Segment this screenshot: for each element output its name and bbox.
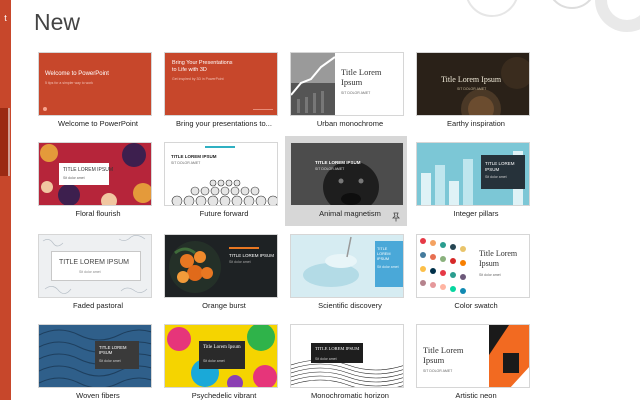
template-thumbnail: TITLE LOREM IPSUM SIT DOLOR AMET: [290, 142, 404, 206]
template-thumbnail: Title Lorem Ipsum Sit dolor amet: [164, 324, 278, 388]
coffee-photo: [461, 57, 529, 115]
template-thumbnail: TITLE LOREM IPSUM SIT DOLOR AMET: [164, 142, 278, 206]
template-label: Bring your presentations to...: [176, 119, 272, 128]
building-photo: [291, 53, 335, 115]
template-thumbnail: Welcome to PowerPoint 5 tips for a simpl…: [38, 52, 152, 116]
thumb-title: TITLE LOREM IPSUM: [229, 253, 275, 258]
template-thumbnail: Title Lorem Ipsum SIT DOLOR AMET: [416, 324, 530, 388]
thumb-title: TITLE LOREM IPSUM: [63, 167, 114, 173]
thumb-title: Title Lorem Ipsum: [203, 345, 241, 350]
accent-bar: [229, 247, 259, 249]
decor-line: [253, 109, 273, 110]
thumb-title: TITLE LOREM IPSUM: [377, 247, 391, 261]
template-label: Scientific discovery: [318, 301, 382, 310]
template-thumbnail: Title Lorem Ipsum SIT DOLOR AMET: [290, 52, 404, 116]
thumb-subtitle: Sit dolor amet: [485, 175, 507, 179]
hex-pattern: [171, 179, 277, 205]
template-thumbnail: Title Lorem Ipsum SIT DOLOR AMET: [416, 52, 530, 116]
sidebar-item-new[interactable]: [0, 108, 10, 176]
thumb-subtitle: SIT DOLOR AMET: [457, 87, 487, 91]
template-grid: Welcome to PowerPoint 5 tips for a simpl…: [33, 46, 640, 400]
template-thumbnail: TITLE LOREM IPSUM Sit dolor amet: [38, 234, 152, 298]
pin-icon[interactable]: [391, 212, 401, 222]
thumb-title: TITLE LOREM IPSUM: [171, 154, 217, 159]
thumb-subtitle: Sit dolor amet: [377, 265, 399, 269]
template-thumbnail: TITLE LOREM IPSUM Sit dolor amet: [38, 324, 152, 388]
thumb-title: Welcome to PowerPoint: [45, 71, 109, 77]
template-tile-neon[interactable]: Title Lorem Ipsum SIT DOLOR AMET Artisti…: [411, 318, 531, 404]
template-tile-future[interactable]: TITLE LOREM IPSUM SIT DOLOR AMET Future …: [159, 136, 279, 222]
thumb-title: TITLE LOREM IPSUM: [315, 346, 360, 351]
thumb-subtitle: Sit dolor amet: [229, 260, 251, 264]
template-thumbnail: TITLE LOREM IPSUM Sit dolor amet: [416, 142, 530, 206]
template-thumbnail: Bring Your Presentations to Life with 3D…: [164, 52, 278, 116]
thumb-title: Title Lorem Ipsum: [423, 345, 464, 365]
template-thumbnail: TITLE LOREM IPSUM Sit dolor amet: [290, 234, 404, 298]
template-label: Monochromatic horizon: [311, 391, 389, 400]
thumb-subtitle: SIT DOLOR AMET: [315, 167, 345, 171]
orange-photo: [169, 241, 221, 293]
dog-photo: [323, 161, 379, 205]
template-label: Faded pastoral: [72, 301, 124, 310]
thumb-subtitle: Sit dolor amet: [479, 273, 501, 277]
template-tile-mono-horizon[interactable]: TITLE LOREM IPSUM Sit dolor amet Monochr…: [285, 318, 405, 404]
thumb-subtitle: Sit dolor amet: [203, 359, 225, 363]
template-thumbnail: Title Lorem Ipsum Sit dolor amet: [416, 234, 530, 298]
thumb-title: TITLE LOREM IPSUM: [99, 345, 127, 355]
thumb-subtitle: Sit dolor amet: [79, 270, 101, 274]
template-thumbnail: TITLE LOREM IPSUM Sit dolor amet: [164, 234, 278, 298]
sidebar-back-glyph[interactable]: t: [0, 14, 11, 23]
template-tile-scientific[interactable]: TITLE LOREM IPSUM Sit dolor amet Scienti…: [285, 228, 405, 314]
title-box: [51, 251, 141, 281]
template-label: Urban monochrome: [316, 119, 384, 128]
template-tile-psychedelic[interactable]: Title Lorem Ipsum Sit dolor amet Psyched…: [159, 318, 279, 404]
thumb-subtitle: 5 tips for a simpler way to work: [45, 81, 94, 85]
accent-bar: [205, 146, 235, 148]
template-tile-floral[interactable]: TITLE LOREM IPSUM Sit dolor amet Floral …: [33, 136, 153, 222]
template-tile-animal[interactable]: TITLE LOREM IPSUM SIT DOLOR AMET Animal …: [285, 136, 407, 226]
thumb-subtitle: SIT DOLOR AMET: [341, 91, 371, 95]
template-tile-swatch[interactable]: Title Lorem Ipsum Sit dolor amet Color s…: [411, 228, 531, 314]
template-tile-3d[interactable]: Bring Your Presentations to Life with 3D…: [159, 46, 279, 132]
template-tile-orange[interactable]: TITLE LOREM IPSUM Sit dolor amet Orange …: [159, 228, 279, 314]
thumb-title: TITLE LOREM IPSUM: [485, 161, 515, 172]
thumb-title: Bring Your Presentations to Life with 3D: [172, 60, 233, 73]
template-tile-urban[interactable]: Title Lorem Ipsum SIT DOLOR AMET Urban m…: [285, 46, 405, 132]
thumb-subtitle: Get inspired by 3D in PowerPoint: [172, 77, 224, 81]
thumb-title: Title Lorem Ipsum: [441, 75, 502, 84]
template-tile-earthy[interactable]: Title Lorem Ipsum SIT DOLOR AMET Earthy …: [411, 46, 531, 132]
template-thumbnail: TITLE LOREM IPSUM Sit dolor amet: [290, 324, 404, 388]
page-title: New: [34, 9, 81, 35]
thumb-title: TITLE LOREM IPSUM: [315, 160, 361, 165]
thumb-title: Title Lorem Ipsum: [341, 67, 382, 87]
neon-art: [489, 325, 529, 387]
thumb-subtitle: SIT DOLOR AMET: [171, 161, 201, 165]
swatch-dots: [420, 238, 466, 294]
template-tile-integer[interactable]: TITLE LOREM IPSUM Sit dolor amet Integer…: [411, 136, 531, 222]
template-label: Floral flourish: [75, 209, 121, 218]
template-tile-welcome[interactable]: Welcome to PowerPoint 5 tips for a simpl…: [33, 46, 153, 132]
template-thumbnail: TITLE LOREM IPSUM Sit dolor amet: [38, 142, 152, 206]
template-label: Future forward: [199, 209, 249, 218]
decorative-circles: [466, 0, 640, 32]
template-label: Integer pillars: [453, 209, 499, 218]
thumb-subtitle: Sit dolor amet: [63, 176, 85, 180]
template-label: Psychedelic vibrant: [191, 391, 257, 400]
thumb-title: TITLE LOREM IPSUM: [59, 259, 130, 266]
template-tile-woven[interactable]: TITLE LOREM IPSUM Sit dolor amet Woven f…: [33, 318, 153, 404]
sidebar: t: [0, 0, 11, 400]
template-label: Color swatch: [454, 301, 498, 310]
template-label: Woven fibers: [76, 391, 120, 400]
template-label: Orange burst: [202, 301, 246, 310]
template-label: Artistic neon: [455, 391, 497, 400]
template-label: Welcome to PowerPoint: [58, 119, 138, 128]
thumb-title: Title Lorem Ipsum: [479, 249, 518, 268]
thumb-subtitle: Sit dolor amet: [99, 359, 121, 363]
thumb-subtitle: Sit dolor amet: [315, 357, 337, 361]
template-tile-faded[interactable]: TITLE LOREM IPSUM Sit dolor amet Faded p…: [33, 228, 153, 314]
thumb-subtitle: SIT DOLOR AMET: [423, 369, 453, 373]
template-label: Earthy inspiration: [447, 119, 505, 128]
logo-dot: [43, 107, 47, 111]
